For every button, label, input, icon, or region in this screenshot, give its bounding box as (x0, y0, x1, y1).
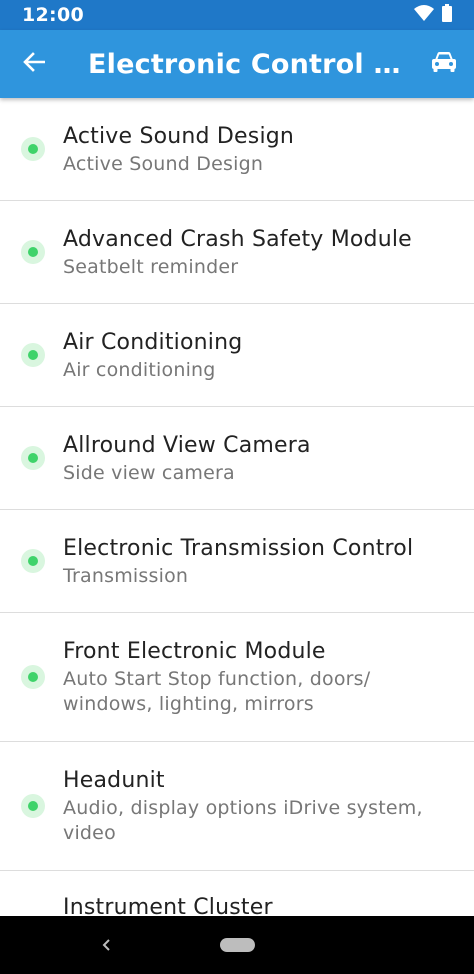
item-subtitle: Audio, display options iDrive system, vi… (63, 797, 423, 844)
status-dot-icon (20, 549, 45, 573)
status-dot-icon (20, 665, 45, 689)
item-title: Allround View Camera (63, 432, 311, 458)
item-subtitle: Seatbelt reminder (63, 255, 239, 278)
item-subtitle: Air conditioning (63, 358, 216, 381)
status-dot-icon (20, 137, 45, 161)
status-bar: 12:00 (0, 0, 474, 30)
item-subtitle: Side view camera (63, 461, 235, 484)
list-item[interactable]: Electronic Transmission Control Transmis… (0, 510, 474, 613)
nav-home-pill[interactable] (220, 938, 255, 952)
list-item[interactable]: Air Conditioning Air conditioning (0, 304, 474, 407)
status-time: 12:00 (22, 4, 84, 26)
status-dot-icon (20, 343, 45, 367)
item-title: Front Electronic Module (63, 639, 326, 664)
item-subtitle: Transmission (63, 564, 189, 587)
item-title: Electronic Transmission Control (63, 535, 414, 561)
item-title: Headunit (63, 768, 165, 793)
list-item[interactable]: Active Sound Design Active Sound Design (0, 98, 474, 201)
list-item[interactable]: Headunit Audio, display options iDrive s… (0, 742, 474, 871)
list-item[interactable]: Front Electronic Module Auto Start Stop … (0, 613, 474, 742)
item-title: Air Conditioning (63, 329, 243, 355)
list-item[interactable]: Instrument Cluster (0, 871, 474, 916)
app-bar: Electronic Control U… (0, 30, 474, 98)
arrow-back-icon (23, 52, 46, 76)
list-item[interactable]: Allround View Camera Side view camera (0, 407, 474, 510)
back-button[interactable] (0, 30, 68, 98)
page-title: Electronic Control U… (88, 48, 414, 80)
car-icon (431, 51, 457, 77)
car-button[interactable] (414, 30, 474, 98)
list-item[interactable]: Advanced Crash Safety Module Seatbelt re… (0, 201, 474, 304)
item-subtitle: Active Sound Design (63, 152, 264, 175)
item-title: Instrument Cluster (63, 895, 273, 916)
status-icons (414, 4, 452, 26)
item-title: Advanced Crash Safety Module (63, 226, 412, 252)
status-dot-icon (20, 794, 45, 818)
status-dot-icon (20, 240, 45, 264)
status-dot-icon (20, 446, 45, 470)
item-title: Active Sound Design (63, 123, 295, 149)
wifi-icon (414, 5, 434, 25)
ecu-list[interactable]: Active Sound Design Active Sound Design … (0, 98, 474, 916)
battery-icon (442, 4, 452, 26)
nav-back-icon[interactable] (96, 932, 116, 958)
item-subtitle: Auto Start Stop function, doors/ windows… (63, 668, 371, 715)
